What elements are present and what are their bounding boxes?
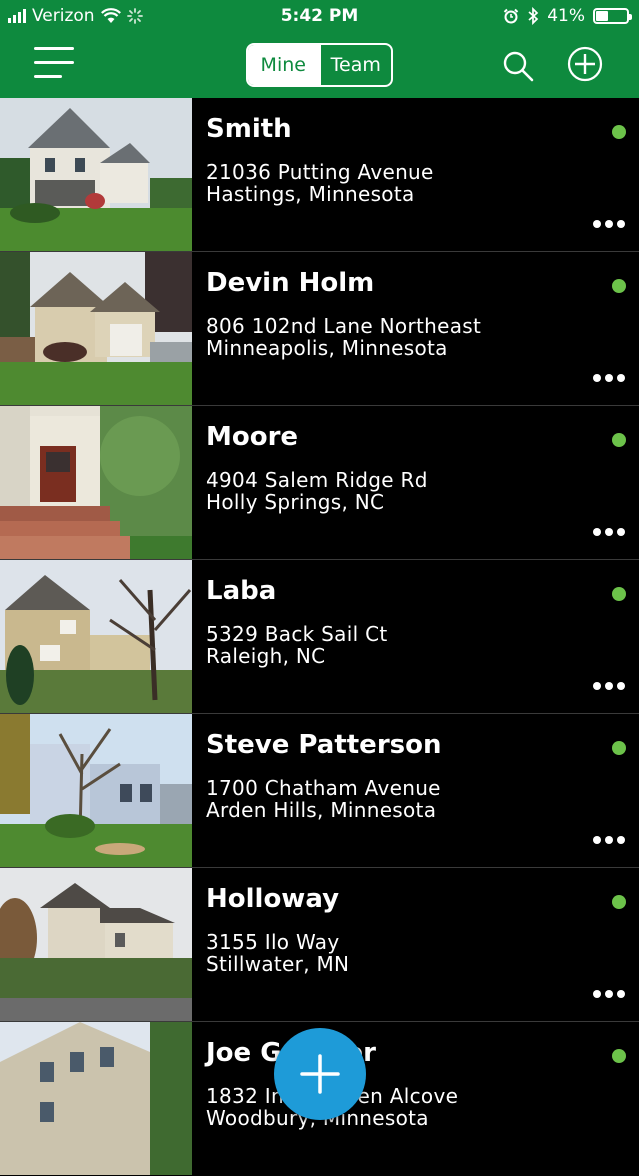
address-line-2: Stillwater, MN (206, 952, 350, 976)
client-name: Smith (206, 114, 292, 144)
more-icon (593, 836, 601, 844)
more-icon (593, 220, 601, 228)
client-name: Steve Patterson (206, 730, 442, 760)
client-name: Holloway (206, 884, 340, 914)
more-options-button[interactable] (593, 988, 627, 1000)
list-item[interactable]: Laba 5329 Back Sail Ct Raleigh, NC (0, 560, 639, 714)
address-line-1: 4904 Salem Ridge Rd (206, 468, 428, 492)
list-item[interactable]: Holloway 3155 Ilo Way Stillwater, MN (0, 868, 639, 1022)
address-line-2: Raleigh, NC (206, 644, 326, 668)
more-options-button[interactable] (593, 526, 627, 538)
client-name: Devin Holm (206, 268, 375, 298)
more-options-button[interactable] (593, 680, 627, 692)
tab-team[interactable]: Team (318, 45, 392, 85)
add-circle-icon (567, 46, 603, 82)
status-dot (612, 895, 626, 909)
list-item[interactable]: Steve Patterson 1700 Chatham Avenue Arde… (0, 714, 639, 868)
bluetooth-icon (528, 7, 539, 25)
status-dot (612, 433, 626, 447)
more-options-button[interactable] (593, 834, 627, 846)
house-photo (0, 98, 192, 251)
status-dot (612, 1049, 626, 1063)
menu-button[interactable] (34, 47, 74, 81)
status-right: 41% (503, 6, 632, 26)
house-photo (0, 560, 192, 713)
more-options-button[interactable] (593, 218, 627, 230)
status-dot (612, 279, 626, 293)
status-bar: Verizon 5:42 PM 41% (0, 0, 639, 34)
menu-icon (34, 47, 74, 50)
tab-mine[interactable]: Mine (248, 45, 319, 85)
address-line-1: 1700 Chatham Avenue (206, 776, 441, 800)
address-line-1: 3155 Ilo Way (206, 930, 340, 954)
address-line-1: 5329 Back Sail Ct (206, 622, 388, 646)
plus-icon (300, 1054, 340, 1094)
house-photo (0, 1022, 192, 1175)
alarm-icon (503, 8, 519, 24)
address-line-2: Arden Hills, Minnesota (206, 798, 437, 822)
house-photo (0, 406, 192, 559)
more-icon (593, 990, 601, 998)
house-photo (0, 868, 192, 1021)
add-listing-fab[interactable] (274, 1028, 366, 1120)
address-line-2: Minneapolis, Minnesota (206, 336, 448, 360)
address-line-1: 21036 Putting Avenue (206, 160, 434, 184)
search-icon (503, 51, 534, 82)
address-line-2: Holly Springs, NC (206, 490, 385, 514)
more-icon (593, 682, 601, 690)
listing-list: Smith 21036 Putting Avenue Hastings, Min… (0, 98, 639, 1176)
more-icon (593, 374, 601, 382)
address-line-1: 806 102nd Lane Northeast (206, 314, 482, 338)
more-options-button[interactable] (593, 372, 627, 384)
app-header: Verizon 5:42 PM 41% Mine Team (0, 0, 639, 98)
battery-icon (593, 8, 632, 24)
status-dot (612, 587, 626, 601)
house-photo (0, 252, 192, 405)
house-photo (0, 714, 192, 867)
status-dot (612, 125, 626, 139)
add-button[interactable] (567, 46, 603, 82)
search-button[interactable] (501, 49, 535, 83)
more-icon (593, 528, 601, 536)
address-line-2: Hastings, Minnesota (206, 182, 415, 206)
mine-team-toggle[interactable]: Mine Team (246, 43, 393, 87)
client-name: Moore (206, 422, 299, 452)
list-item[interactable]: Devin Holm 806 102nd Lane Northeast Minn… (0, 252, 639, 406)
list-item[interactable]: Moore 4904 Salem Ridge Rd Holly Springs,… (0, 406, 639, 560)
battery-percent: 41% (547, 6, 585, 26)
list-item[interactable]: Smith 21036 Putting Avenue Hastings, Min… (0, 98, 639, 252)
status-dot (612, 741, 626, 755)
client-name: Laba (206, 576, 277, 606)
